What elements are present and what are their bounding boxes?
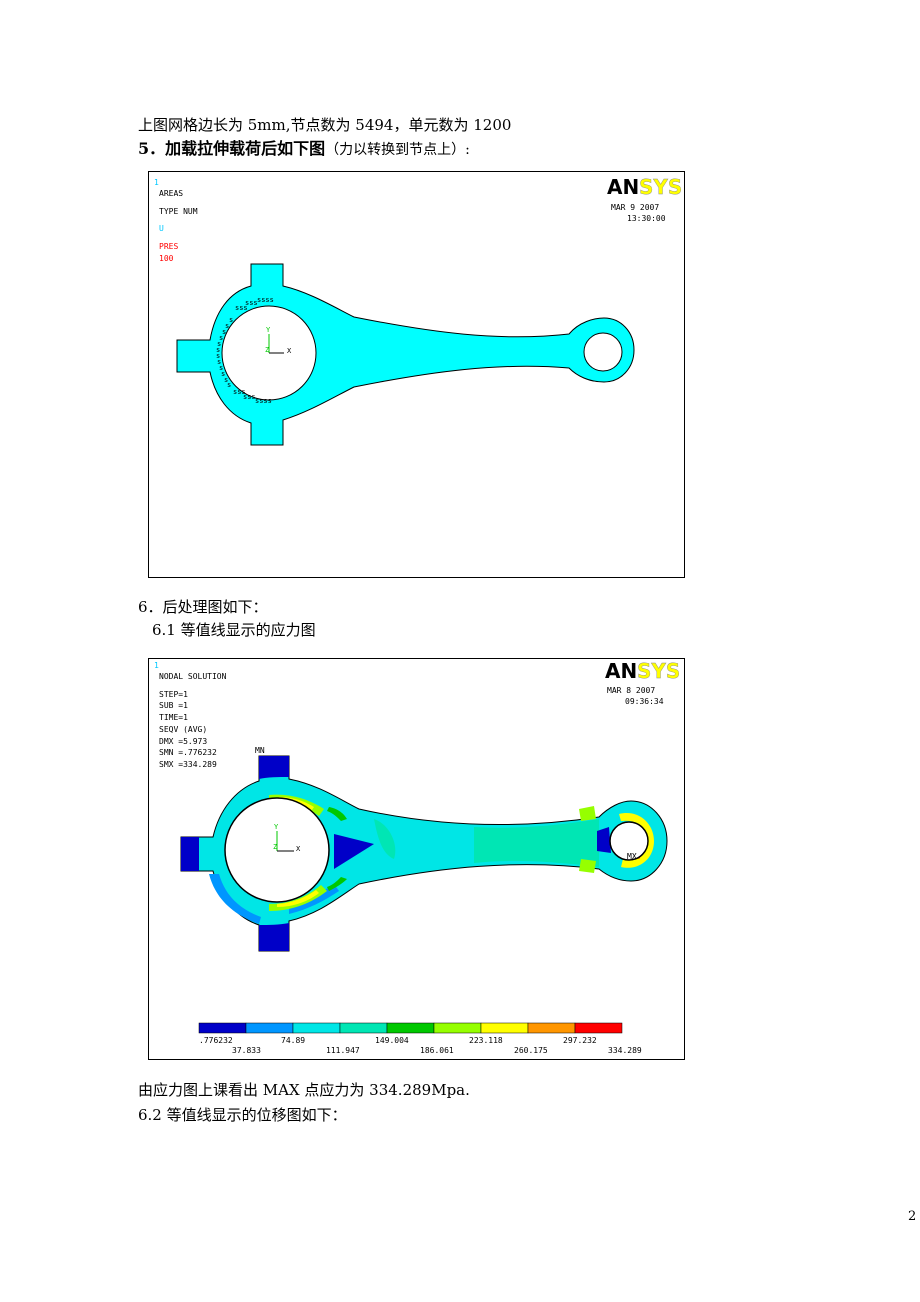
legend-top-label: 149.004 <box>375 1036 409 1045</box>
fig1-logo-an: AN <box>607 175 639 199</box>
figure-1-canvas: 1 AREAS TYPE NUM U PRES 100 MAR 9 2007 1… <box>154 175 682 446</box>
fig1-pres-value: 100 <box>159 254 174 263</box>
fig2-logo-an: AN <box>605 659 637 683</box>
fig2-mx-label: MX <box>627 852 637 861</box>
svg-text:s: s <box>229 316 233 324</box>
fig2-date: MAR 8 2007 <box>607 686 655 695</box>
figure-1-areas-plot: 1 AREAS TYPE NUM U PRES 100 MAR 9 2007 1… <box>148 171 685 578</box>
legend-bottom-label: 37.833 <box>232 1046 261 1055</box>
legend-swatch <box>292 1022 341 1034</box>
legend-top-label: 74.89 <box>281 1036 305 1045</box>
fig1-date: MAR 9 2007 <box>611 203 659 212</box>
fig2-dmx: DMX =5.973 <box>159 737 207 746</box>
fig2-seqv: SEQV (AVG) <box>159 725 207 734</box>
section5-heading: 5．加载拉伸载荷后如下图（力以转换到节点上）: <box>138 140 470 159</box>
fig1-ansys-logo: AN SYS <box>607 175 682 199</box>
fig1-logo-sys: SYS <box>639 175 682 199</box>
fig2-time-step: TIME=1 <box>159 713 188 722</box>
fig1-window-number: 1 <box>154 178 159 187</box>
fig1-axis-z: Z <box>265 346 269 354</box>
legend-swatch <box>480 1022 529 1034</box>
page-number: 2 <box>908 1209 917 1224</box>
svg-text:ssss: ssss <box>257 296 274 304</box>
legend-swatch <box>527 1022 576 1034</box>
fig2-legend-bottom-labels: 37.833 111.947 186.061 260.175 334.289 <box>232 1046 642 1055</box>
fig2-legend-top-labels: .776232 74.89 149.004 223.118 297.232 <box>199 1036 597 1045</box>
section5-heading-bold: 5．加载拉伸载荷后如下图 <box>138 139 326 158</box>
fig2-mn-label: MN <box>255 746 265 755</box>
fig2-nodal-solution: NODAL SOLUTION <box>159 672 227 681</box>
legend-swatch <box>339 1022 388 1034</box>
section61-heading: 6.1 等值线显示的应力图 <box>152 621 316 639</box>
fig2-smn: SMN =.776232 <box>159 748 217 757</box>
fig2-logo-sys: SYS <box>637 659 680 683</box>
legend-top-label: .776232 <box>199 1036 233 1045</box>
fig1-u-label: U <box>159 224 164 233</box>
svg-text:sss: sss <box>243 393 256 401</box>
section5-heading-note: （力以转换到节点上）: <box>325 142 470 158</box>
fig1-areas-label: AREAS <box>159 189 183 198</box>
fig2-smx: SMX =334.289 <box>159 760 217 769</box>
legend-swatch <box>198 1022 247 1034</box>
svg-text:sss: sss <box>245 299 258 307</box>
legend-bottom-label: 334.289 <box>608 1046 642 1055</box>
fig2-axis-z: Z <box>273 843 277 851</box>
legend-swatch <box>433 1022 482 1034</box>
svg-text:s: s <box>227 381 231 389</box>
legend-top-label: 223.118 <box>469 1036 503 1045</box>
fig1-rod-geometry <box>176 263 635 446</box>
fig2-ansys-logo: AN SYS <box>605 659 680 683</box>
legend-top-label: 297.232 <box>563 1036 597 1045</box>
legend-swatch <box>574 1022 623 1034</box>
figure-2-stress-plot: 1 NODAL SOLUTION STEP=1 SUB =1 TIME=1 SE… <box>148 658 685 1060</box>
fig2-step: STEP=1 <box>159 690 188 699</box>
figure-2-canvas: 1 NODAL SOLUTION STEP=1 SUB =1 TIME=1 SE… <box>154 659 680 1055</box>
fig2-window-number: 1 <box>154 661 159 670</box>
section62-heading: 6.2 等值线显示的位移图如下： <box>138 1106 347 1124</box>
fig1-type-num-label: TYPE NUM <box>159 207 198 216</box>
section6-heading: 6．后处理图如下： <box>138 598 268 616</box>
fig2-legend-bar <box>198 1022 623 1034</box>
svg-text:ssss: ssss <box>255 397 272 405</box>
result-line: 由应力图上课看出 MAX 点应力为 334.289Mpa. <box>138 1081 470 1099</box>
fig1-pres-label: PRES <box>159 242 178 251</box>
legend-bottom-label: 186.061 <box>420 1046 454 1055</box>
fig1-time: 13:30:00 <box>627 214 666 223</box>
fig2-rod-contour <box>180 755 668 952</box>
mesh-info-line: 上图网格边长为 5mm,节点数为 5494，单元数为 1200 <box>138 116 512 134</box>
fig2-time: 09:36:34 <box>625 697 664 706</box>
legend-bottom-label: 260.175 <box>514 1046 548 1055</box>
legend-bottom-label: 111.947 <box>326 1046 360 1055</box>
fig2-sub: SUB =1 <box>159 701 188 710</box>
legend-swatch <box>386 1022 435 1034</box>
legend-swatch <box>245 1022 294 1034</box>
